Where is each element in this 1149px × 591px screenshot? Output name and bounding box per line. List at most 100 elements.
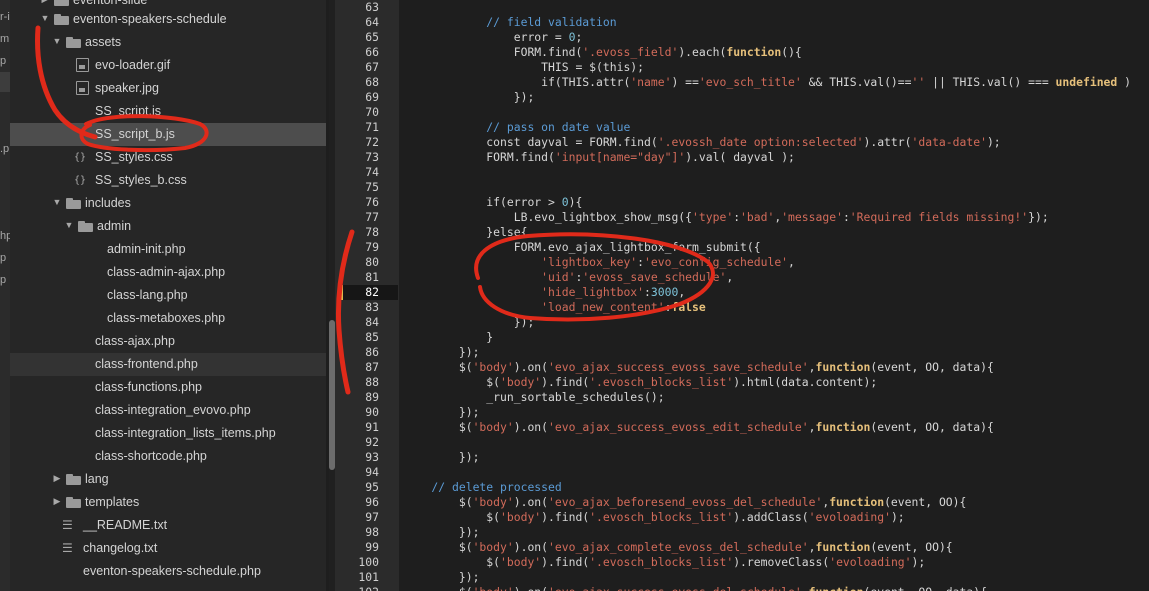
file-item[interactable]: eventon-speakers-schedule.php [10,560,326,583]
code-token: (event, OO){ [870,540,953,554]
code-line[interactable]: $('body').on('evo_ajax_success_evoss_edi… [404,420,994,435]
file-item[interactable]: class-functions.php [10,376,326,399]
code-token: 'evo_ajax_success_evoss_edit_schedule' [548,420,809,434]
code-token: ).find( [541,555,590,569]
file-item[interactable]: SS_script.js [10,100,326,123]
code-editor[interactable]: 63 64 65 66 67 68 69 70 71 72 73 74 75 76 77 78 79 80 81 82… [335,0,1149,591]
code-token: }); [404,405,480,419]
line-number: 79 [365,240,379,254]
code-line[interactable]: if(error > 0){ [404,195,582,210]
file-item[interactable]: {} SS_styles.css [10,146,326,169]
code-line[interactable]: // delete processed [404,480,561,495]
tree-item-label: templates [85,495,140,509]
file-item[interactable]: admin-init.php [10,238,326,261]
left-panel-fragment: p [0,252,7,264]
line-number: 67 [365,60,379,74]
code-line[interactable]: FORM.evo_ajax_lightbox_form_submit({ [404,240,761,255]
code-line[interactable]: $('body').on('evo_ajax_success_evoss_sav… [404,360,994,375]
code-line[interactable]: }); [404,570,480,585]
code-token: '.evosch_blocks_list' [589,375,734,389]
folder-assets[interactable]: ▼ assets [10,31,326,54]
code-line[interactable]: $('body').on('evo_ajax_success_evoss_del… [404,585,987,591]
file-item[interactable]: ☰ __README.txt [10,514,326,537]
folder-includes[interactable]: ▼ includes [10,192,326,215]
code-line[interactable]: 'load_new_content':false [404,300,706,315]
left-panel-fragment: p [0,55,7,67]
code-line[interactable]: _run_sortable_schedules(); [404,390,664,405]
code-line[interactable]: 'hide_lightbox':3000, [404,285,685,300]
file-item[interactable]: class-lang.php [10,284,326,307]
code-line[interactable]: }); [404,315,535,330]
folder-eventon-speakers-schedule[interactable]: ▼ eventon-speakers-schedule [10,8,326,31]
line-number: 73 [365,150,379,164]
file-item[interactable]: speaker.jpg [10,77,326,100]
code-token: 'evo_ajax_success_evoss_save_schedule' [548,360,809,374]
chevron-right-icon[interactable]: ▶ [52,495,62,507]
chevron-down-icon[interactable]: ▼ [52,196,62,208]
code-token: $( [404,555,501,569]
code-line[interactable]: }); [404,345,480,360]
folder-lang[interactable]: ▶ lang [10,468,326,491]
code-line[interactable]: $('body').find('.evosch_blocks_list').ad… [404,510,904,525]
code-line[interactable]: // field validation [404,15,616,30]
file-item[interactable]: class-frontend.php [10,353,326,376]
code-line[interactable]: $('body').on('evo_ajax_complete_evoss_de… [404,540,953,555]
code-line[interactable]: }else{ [404,225,527,240]
code-line[interactable]: 'uid':'evoss_save_schedule', [404,270,733,285]
code-line[interactable]: // pass on date value [404,120,630,135]
tree-item-label: evo-loader.gif [95,58,171,72]
code-line[interactable]: if(THIS.attr('name') =='evo_sch_title' &… [404,75,1131,90]
file-item[interactable]: class-shortcode.php [10,445,326,468]
code-line[interactable]: }); [404,450,480,465]
folder-admin[interactable]: ▼ admin [10,215,326,238]
css-file-icon: {} [74,152,87,163]
folder-templates[interactable]: ▶ templates [10,491,326,514]
file-item[interactable]: evo-loader.gif [10,54,326,77]
code-token: $( [404,495,473,509]
code-line[interactable]: const dayval = FORM.find('.evossh_date o… [404,135,1000,150]
code-line[interactable]: $('body').find('.evosch_blocks_list').ht… [404,375,877,390]
tree-item-label: assets [85,35,122,49]
code-token: && THIS.val()== [801,75,912,89]
code-line[interactable]: }); [404,525,480,540]
file-item[interactable]: {} SS_styles_b.css [10,169,326,192]
code-line[interactable]: } [404,330,493,345]
code-token: (event, OO, data){ [870,420,994,434]
code-token: || THIS.val() === [925,75,1056,89]
file-item[interactable]: class-ajax.php [10,330,326,353]
line-number: 90 [365,405,379,419]
code-line[interactable]: 'lightbox_key':'evo_config_schedule', [404,255,795,270]
code-line[interactable]: THIS = $(this); [404,60,644,75]
line-number: 96 [365,495,379,509]
file-item[interactable]: class-integration_evovo.php [10,399,326,422]
code-token: 'evo_config_schedule' [644,255,789,269]
code-line[interactable]: }); [404,90,535,105]
code-token: 'load_new_content' [541,300,665,314]
code-line[interactable]: }); [404,405,480,420]
code-token: ).val( dayval ); [685,150,795,164]
code-token: 'evo_ajax_beforesend_evoss_del_schedule' [548,495,823,509]
file-item[interactable]: ☰ changelog.txt [10,537,326,560]
code-token: : [842,210,850,224]
code-token: error = [404,30,569,44]
chevron-down-icon[interactable]: ▼ [52,35,62,47]
code-token: 'body' [500,375,542,389]
line-number: 88 [365,375,379,389]
code-token: : [637,255,645,269]
code-token: 0 [561,195,569,209]
code-line[interactable]: LB.evo_lightbox_show_msg({'type':'bad','… [404,210,1049,225]
chevron-down-icon[interactable]: ▼ [64,219,74,231]
code-token: function [809,585,864,591]
file-item[interactable]: class-integration_lists_items.php [10,422,326,445]
file-item[interactable]: class-admin-ajax.php [10,261,326,284]
chevron-down-icon[interactable]: ▼ [40,12,50,24]
file-item[interactable]: class-metaboxes.php [10,307,326,330]
file-item[interactable]: SS_script_b.js [10,123,326,146]
code-line[interactable]: $('body').on('evo_ajax_beforesend_evoss_… [404,495,967,510]
chevron-right-icon[interactable]: ▶ [52,472,62,484]
code-line[interactable]: FORM.find('input[name="day"]').val( dayv… [404,150,795,165]
code-line[interactable]: FORM.find('.evoss_field').each(function(… [404,45,802,60]
code-line[interactable]: error = 0; [404,30,583,45]
code-line[interactable]: $('body').find('.evosch_blocks_list').re… [404,555,925,570]
